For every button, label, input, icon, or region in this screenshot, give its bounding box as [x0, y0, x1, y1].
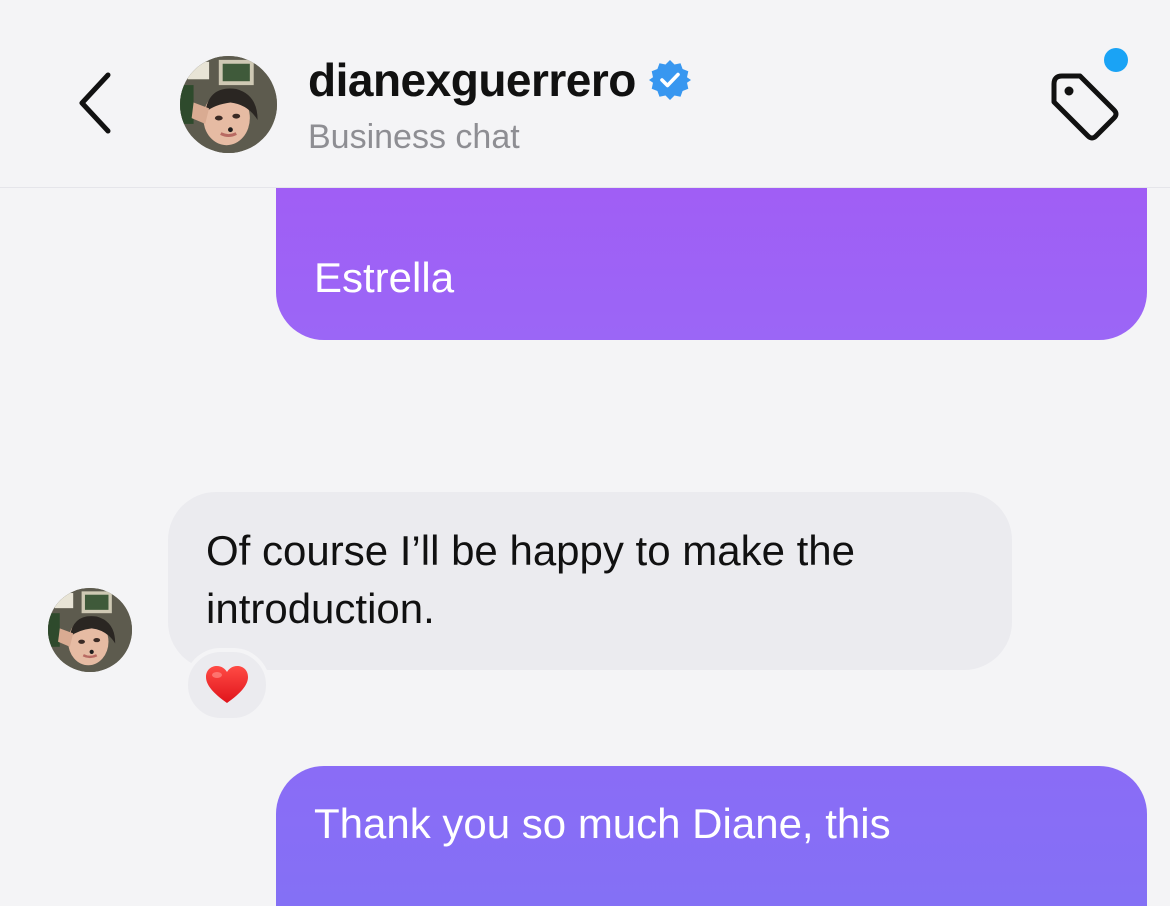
chat-subtitle: Business chat	[308, 118, 520, 156]
profile-photo	[48, 588, 132, 672]
message-text: Thank you so much Diane, this	[314, 800, 891, 847]
incoming-message[interactable]: Of course I’ll be happy to make the intr…	[168, 492, 1012, 670]
sender-avatar[interactable]	[48, 588, 132, 672]
notification-dot	[1104, 48, 1128, 72]
chevron-left-icon	[79, 72, 111, 134]
header-title[interactable]: dianexguerrero	[308, 52, 692, 108]
verified-badge-icon	[648, 60, 691, 100]
reaction-badge[interactable]	[184, 648, 270, 722]
username: dianexguerrero	[308, 54, 636, 106]
tag-icon	[1051, 73, 1119, 141]
message-text: Of course I’ll be happy to make the intr…	[206, 527, 856, 632]
outgoing-message[interactable]: Estrella	[276, 188, 1147, 340]
heart-icon	[206, 666, 248, 703]
chat-header: dianexguerrero Business chat	[0, 0, 1170, 188]
message-text: Estrella	[314, 254, 455, 301]
profile-photo	[180, 56, 277, 153]
outgoing-message[interactable]: Thank you so much Diane, this	[276, 766, 1147, 906]
tag-button[interactable]	[1042, 66, 1126, 150]
avatar[interactable]	[180, 56, 277, 153]
back-button[interactable]	[66, 68, 126, 138]
